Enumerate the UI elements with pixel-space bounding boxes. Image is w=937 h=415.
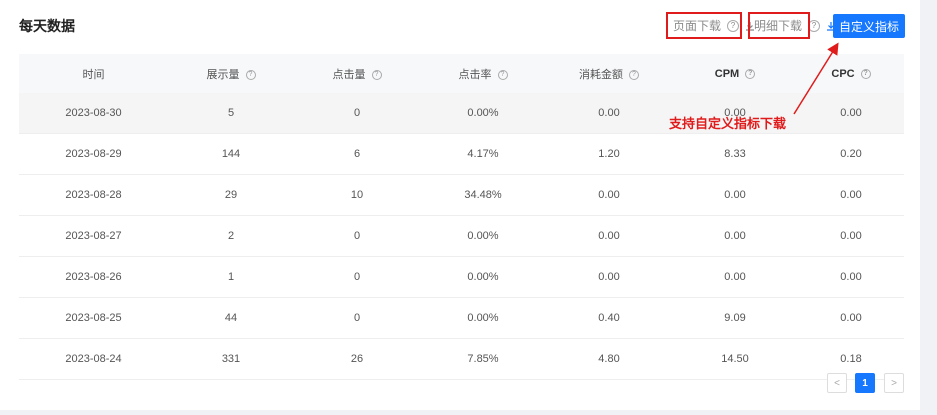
annotation-text: 支持自定义指标下载 [669,116,787,131]
daily-data-panel: 每天数据 页面下载 ? 明细下载 ? 自定义指标 时间 展示量? 点击量? 点击… [0,0,920,410]
pagination-next-button[interactable]: > [884,373,904,393]
pagination-page-button[interactable]: 1 [855,373,875,393]
annotation-arrow [793,42,839,115]
pagination-prev-button[interactable]: < [827,373,847,393]
